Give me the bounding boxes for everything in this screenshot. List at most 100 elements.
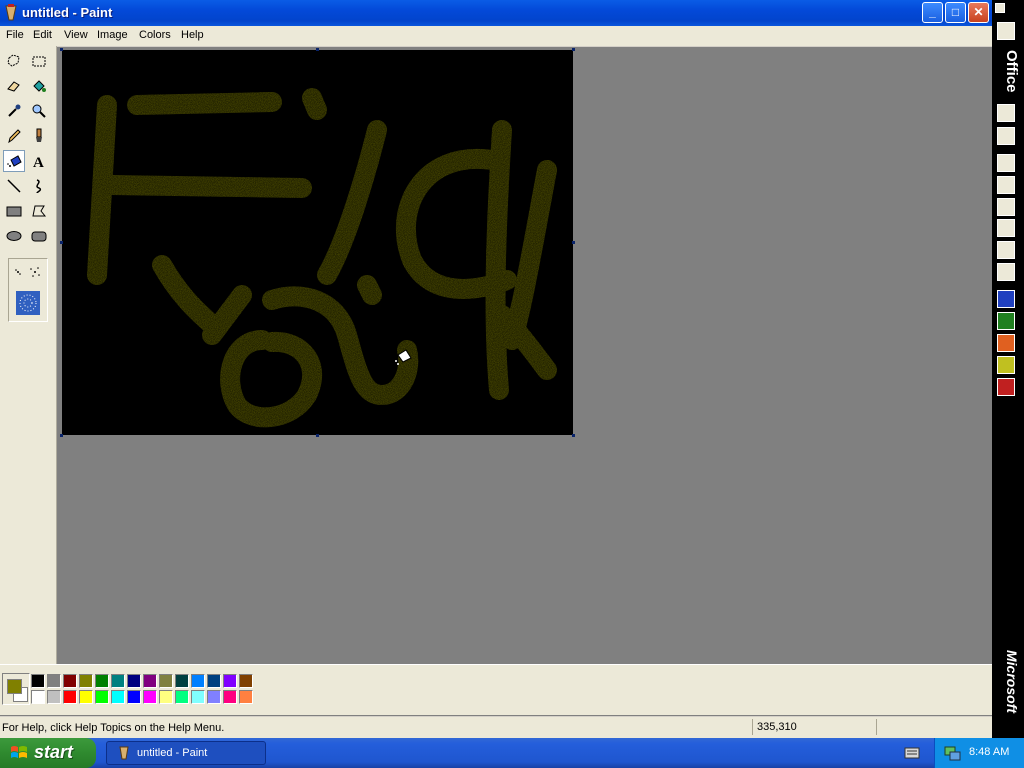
resize-handle[interactable]: [572, 434, 575, 437]
maximize-button[interactable]: □: [945, 2, 966, 23]
resize-handle: [60, 48, 63, 51]
system-tray: 8:48 AM: [934, 738, 1024, 768]
rectangle-icon[interactable]: [3, 200, 25, 222]
palette-swatch[interactable]: [95, 674, 109, 688]
resize-handle[interactable]: [316, 434, 319, 437]
menu-bar: File Edit View Image Colors Help: [0, 26, 992, 47]
ellipse-icon[interactable]: [3, 225, 25, 247]
color-box: [0, 664, 992, 715]
palette-swatch[interactable]: [223, 674, 237, 688]
menu-view[interactable]: View: [64, 29, 88, 41]
resize-handle: [316, 48, 319, 51]
palette-swatch[interactable]: [47, 690, 61, 704]
keyboard-icon[interactable]: [904, 746, 920, 760]
palette-swatch[interactable]: [31, 690, 45, 704]
palette-swatch[interactable]: [95, 690, 109, 704]
airbrush-cursor-icon: [395, 349, 412, 365]
title-bar[interactable]: untitled - Paint _ □ ✕: [0, 0, 992, 26]
palette-swatch[interactable]: [79, 674, 93, 688]
spray-size-large-icon[interactable]: [16, 291, 40, 315]
palette-swatch[interactable]: [63, 690, 77, 704]
clock: 8:48 AM: [969, 746, 1010, 758]
menu-edit[interactable]: Edit: [33, 29, 52, 41]
select-icon[interactable]: [28, 50, 50, 72]
status-help-text: For Help, click Help Topics on the Help …: [2, 722, 225, 734]
paint-app-icon: [5, 4, 17, 21]
pick-color-icon[interactable]: [3, 100, 25, 122]
palette-swatch[interactable]: [239, 674, 253, 688]
menu-image[interactable]: Image: [97, 29, 128, 41]
curve-icon[interactable]: [28, 175, 50, 197]
palette-swatch[interactable]: [223, 690, 237, 704]
mail-icon[interactable]: [997, 154, 1015, 172]
rounded-rectangle-icon[interactable]: [28, 225, 50, 247]
resize-handle: [60, 241, 63, 244]
palette-swatch[interactable]: [239, 690, 253, 704]
pencil-icon[interactable]: [3, 125, 25, 147]
microsoft-label: Microsoft: [1004, 650, 1020, 713]
status-bar: For Help, click Help Topics on the Help …: [0, 716, 992, 739]
contact-icon[interactable]: [997, 219, 1015, 237]
palette-swatch[interactable]: [207, 690, 221, 704]
palette-swatch[interactable]: [175, 690, 189, 704]
free-form-select-icon[interactable]: [3, 50, 25, 72]
palette-swatch[interactable]: [127, 674, 141, 688]
palette-swatch[interactable]: [175, 674, 189, 688]
resize-handle[interactable]: [572, 241, 575, 244]
fill-icon[interactable]: [28, 75, 50, 97]
eraser-icon[interactable]: [3, 75, 25, 97]
window-title: untitled - Paint: [22, 5, 113, 20]
close-button[interactable]: ✕: [968, 2, 989, 23]
palette-swatch[interactable]: [31, 674, 45, 688]
menu-colors[interactable]: Colors: [139, 29, 171, 41]
spray-size-small-icon[interactable]: [13, 265, 43, 279]
menu-file[interactable]: File: [6, 29, 24, 41]
palette-swatch[interactable]: [191, 690, 205, 704]
resize-handle: [572, 48, 575, 51]
brush-icon[interactable]: [28, 125, 50, 147]
access-icon[interactable]: [997, 378, 1015, 396]
palette-swatch[interactable]: [111, 690, 125, 704]
text-icon[interactable]: A: [28, 150, 50, 172]
status-coordinates: 335,310: [752, 719, 877, 735]
palette-swatch[interactable]: [111, 674, 125, 688]
excel-icon[interactable]: [997, 312, 1015, 330]
palette-swatch[interactable]: [191, 674, 205, 688]
resize-handle: [60, 434, 63, 437]
office-bar-menu-icon[interactable]: [995, 3, 1005, 13]
palette-swatch[interactable]: [127, 690, 141, 704]
palette-swatch[interactable]: [207, 674, 221, 688]
start-label: start: [34, 742, 74, 762]
word-icon[interactable]: [997, 290, 1015, 308]
calendar-icon[interactable]: [997, 176, 1015, 194]
office-assistant-icon[interactable]: [997, 127, 1015, 145]
outlook-icon[interactable]: [997, 356, 1015, 374]
task-icon[interactable]: [997, 198, 1015, 216]
office-shortcut-bar: [992, 0, 1024, 738]
magnifier-icon[interactable]: [28, 100, 50, 122]
folder-icon[interactable]: [997, 22, 1015, 40]
drawing-canvas[interactable]: [62, 50, 573, 435]
palette-swatch[interactable]: [79, 690, 93, 704]
journal-icon[interactable]: [997, 241, 1015, 259]
palette-swatch[interactable]: [143, 674, 157, 688]
desktop-icon[interactable]: [997, 104, 1015, 122]
menu-help[interactable]: Help: [181, 29, 204, 41]
minimize-button[interactable]: _: [922, 2, 943, 23]
network-icon[interactable]: [943, 744, 961, 762]
palette-swatch[interactable]: [159, 690, 173, 704]
office-label: Office: [1003, 50, 1020, 93]
palette-swatch[interactable]: [47, 674, 61, 688]
current-colors: [2, 673, 30, 705]
note-icon[interactable]: [997, 263, 1015, 281]
airbrush-icon[interactable]: [3, 150, 25, 172]
powerpoint-icon[interactable]: [997, 334, 1015, 352]
palette-swatch[interactable]: [63, 674, 77, 688]
taskbar-item-paint[interactable]: untitled - Paint: [106, 741, 266, 765]
tool-options: [8, 258, 48, 322]
polygon-icon[interactable]: [28, 200, 50, 222]
line-icon[interactable]: [3, 175, 25, 197]
palette-swatch[interactable]: [143, 690, 157, 704]
start-button[interactable]: start: [0, 738, 96, 768]
palette-swatch[interactable]: [159, 674, 173, 688]
